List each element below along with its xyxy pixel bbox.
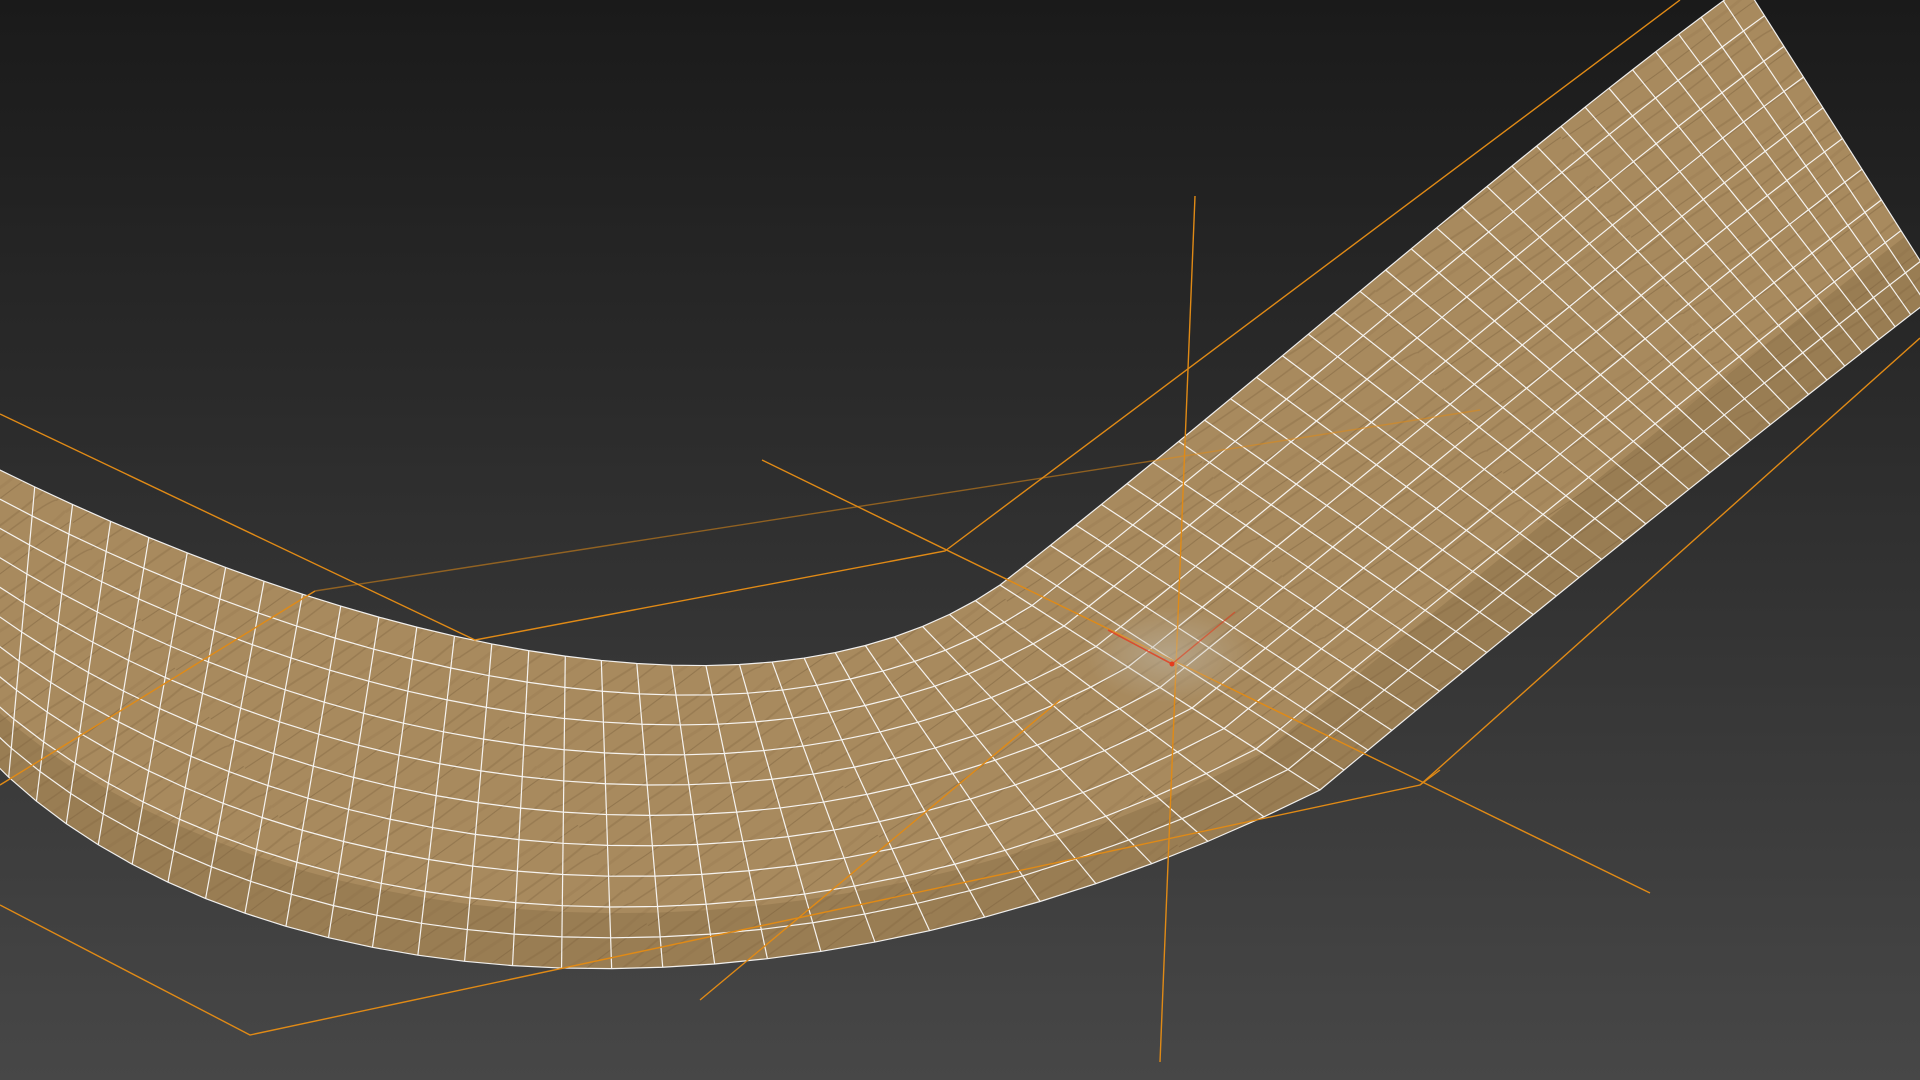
viewport-canvas[interactable] <box>0 0 1920 1080</box>
pivot-center <box>1169 661 1175 667</box>
3d-viewport[interactable] <box>0 0 1920 1080</box>
pivot-point[interactable] <box>1085 607 1255 703</box>
pivot-highlight <box>1085 607 1255 703</box>
